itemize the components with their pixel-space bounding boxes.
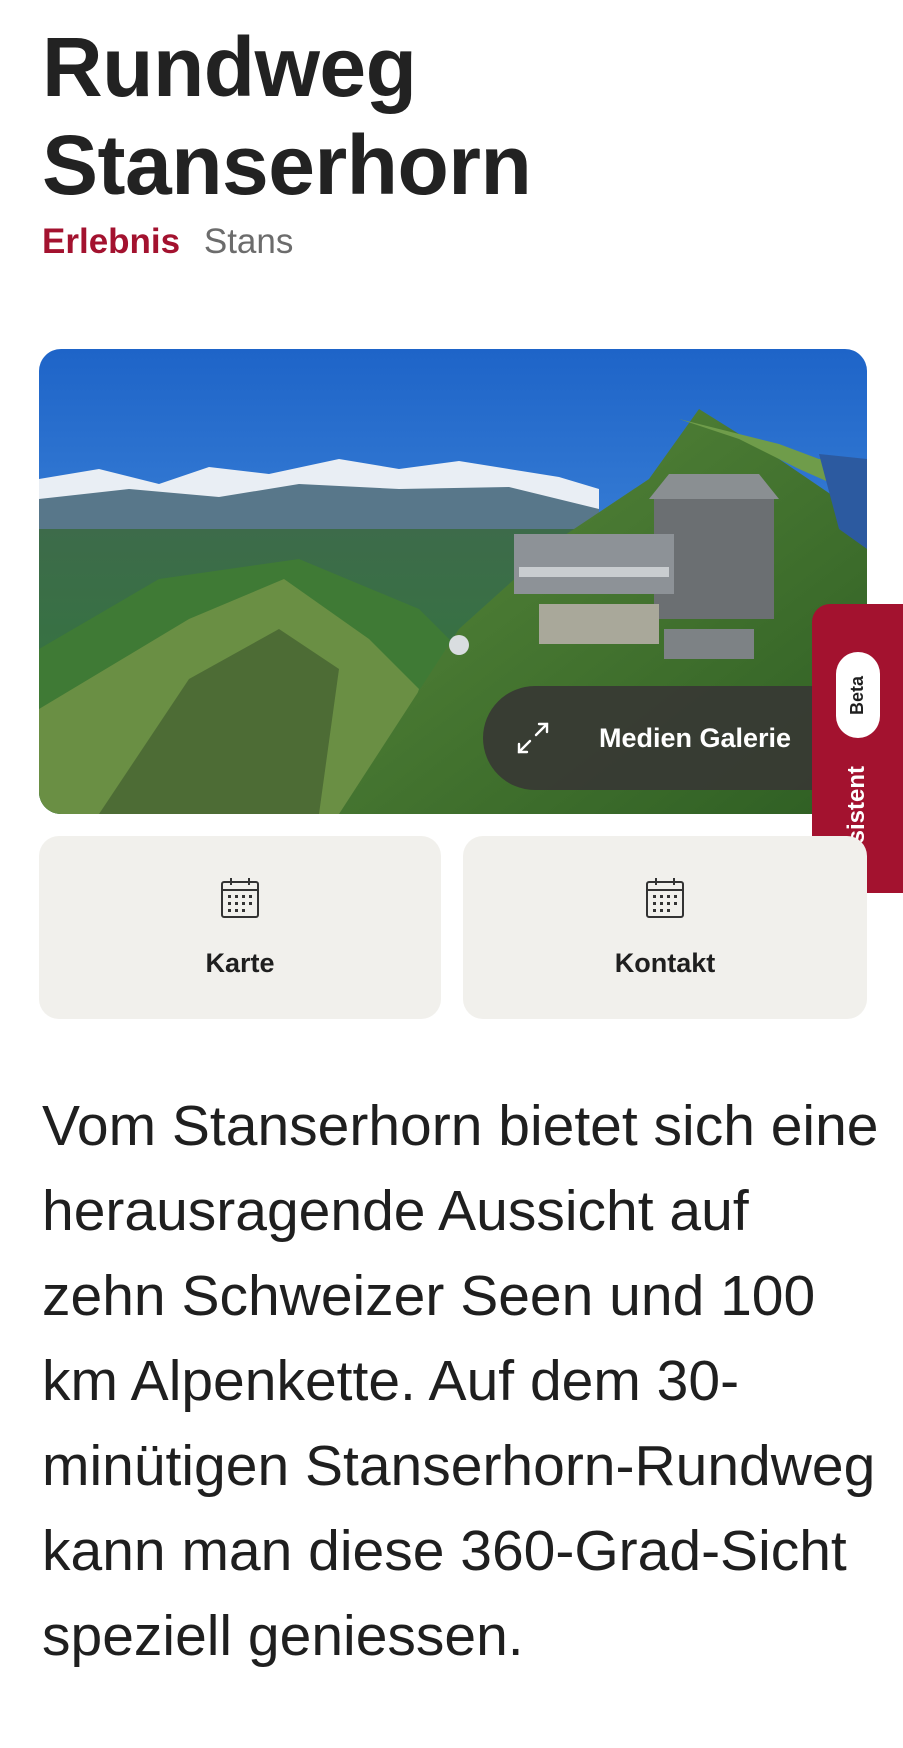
location-label: Stans — [203, 222, 294, 261]
description-text: Vom Stanserhorn bietet sich eine herausr… — [42, 1094, 879, 1668]
map-label: Karte — [205, 948, 275, 978]
media-gallery-label: Medien Galerie — [599, 722, 792, 753]
category-link[interactable]: Erlebnis — [42, 222, 180, 261]
media-gallery-button[interactable]: Medien Galerie — [483, 686, 867, 790]
meta-line: Erlebnis Stans — [42, 222, 293, 262]
page-title: Rundweg Stanserhorn — [42, 18, 802, 214]
map-button[interactable]: Karte — [39, 836, 441, 1019]
beta-label: Beta — [847, 675, 868, 715]
contact-button[interactable]: Kontakt — [463, 836, 867, 1019]
expand-icon — [517, 722, 549, 754]
calendar-icon — [646, 878, 684, 918]
beta-badge: Beta — [836, 652, 880, 738]
title-line-1: Rundweg — [42, 20, 417, 114]
calendar-icon — [221, 878, 259, 918]
title-line-2: Stanserhorn — [42, 118, 532, 212]
contact-label: Kontakt — [614, 948, 716, 978]
